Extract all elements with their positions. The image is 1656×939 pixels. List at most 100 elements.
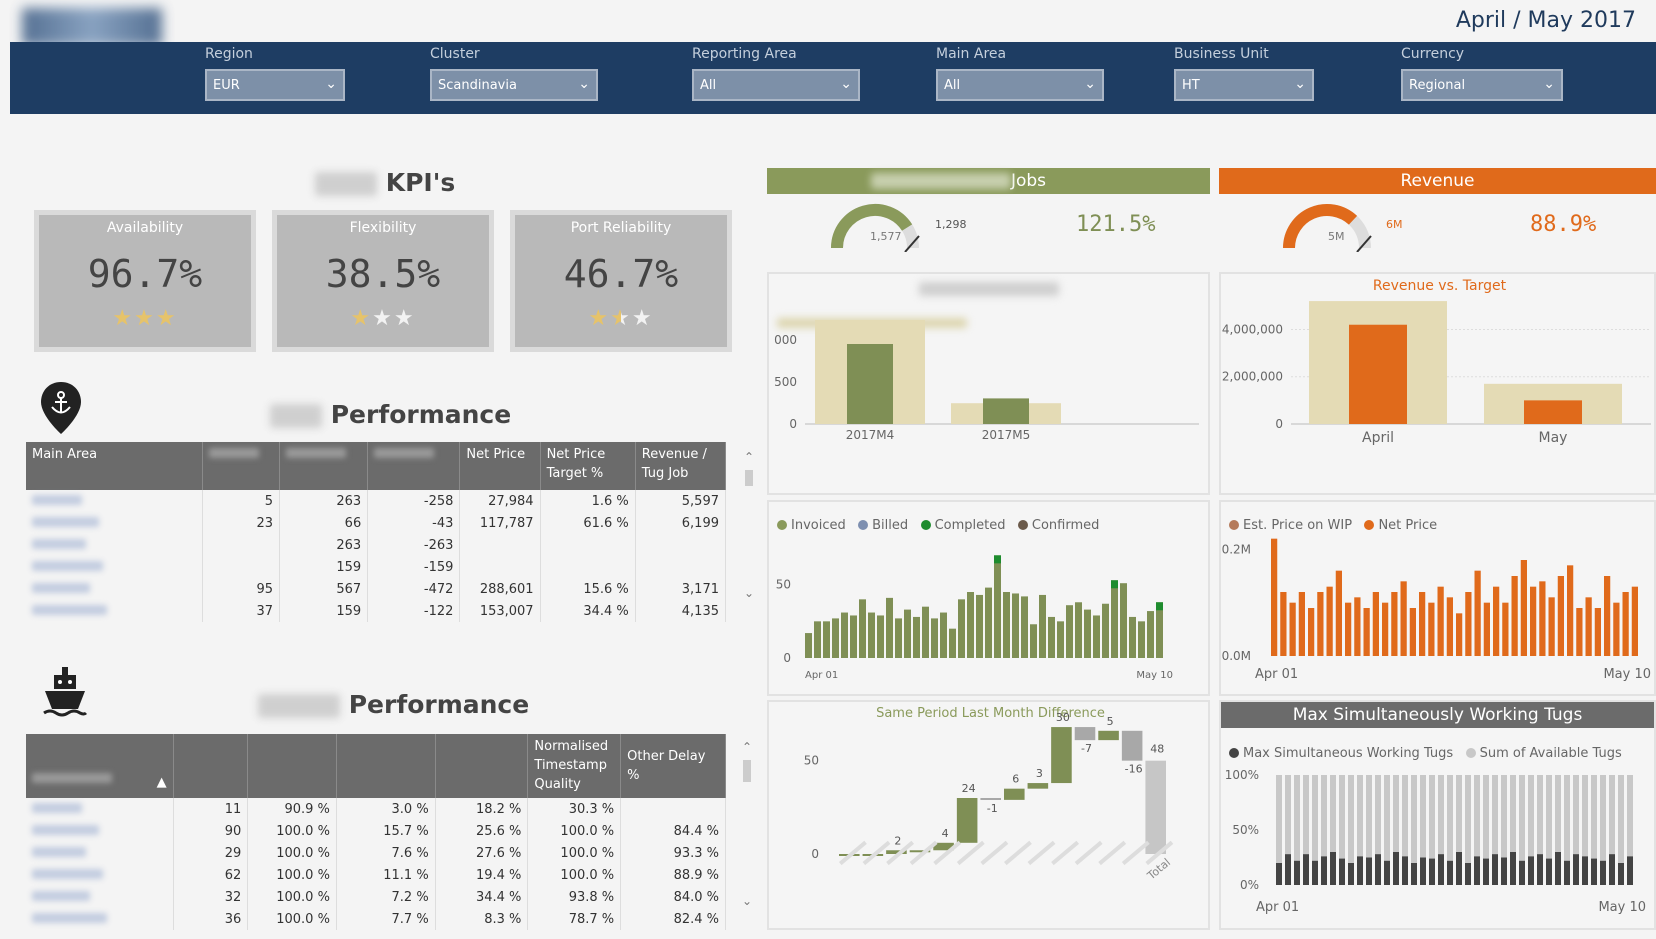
table-row[interactable]: 159 -159 xyxy=(26,556,727,578)
table-cell: 5,597 xyxy=(635,490,727,512)
bar xyxy=(832,618,839,658)
gauge-value: 5M xyxy=(1328,230,1345,243)
table-row[interactable]: 11 90.9 % 3.0 % 18.2 % 30.3 % xyxy=(26,798,726,820)
jobs-vs-target-panel: 0 500 000 2017M4 2017M5 xyxy=(767,272,1210,495)
bar xyxy=(1604,576,1611,656)
column-header[interactable]: Revenue / Tug Job xyxy=(635,442,727,490)
star-rating: ★★★ xyxy=(277,306,489,331)
chevron-down-icon: ⌄ xyxy=(325,76,337,92)
bar xyxy=(931,618,938,658)
filter-reporting-area: Reporting Area All ⌄ xyxy=(692,42,860,101)
table-cell: 100.0 % xyxy=(527,864,622,886)
column-header[interactable]: Other Delay % xyxy=(620,734,726,798)
table-row[interactable]: 36 100.0 % 7.7 % 8.3 % 78.7 % 82.4 % xyxy=(26,908,726,930)
sort-ascending-icon: ▲ xyxy=(156,775,167,790)
column-header[interactable] xyxy=(435,734,529,798)
blurred-axis-label xyxy=(1098,840,1127,866)
bar xyxy=(1585,597,1592,656)
port-table-scrollbar[interactable]: ⌃ ⌄ xyxy=(742,450,756,600)
table-cell: -159 xyxy=(367,556,461,578)
star-half-icon: ★ xyxy=(610,306,632,331)
blurred-axis-label xyxy=(1027,840,1056,866)
bar-working xyxy=(1483,858,1489,885)
column-header[interactable]: Net Price Target % xyxy=(540,442,636,490)
table-cell: 66 xyxy=(279,512,369,534)
column-header[interactable]: Main Area xyxy=(26,442,203,490)
bar xyxy=(967,592,974,658)
column-header[interactable] xyxy=(367,442,461,490)
bar-working xyxy=(1276,863,1282,885)
star-icon: ★ xyxy=(588,306,611,331)
column-header[interactable]: Net Price xyxy=(459,442,541,490)
table-cell: 6,199 xyxy=(635,512,727,534)
table-row[interactable]: 5 263 -258 27,984 1.6 % 5,597 xyxy=(26,490,727,512)
table-cell: 95 xyxy=(202,578,281,600)
tick-label: 2017M5 xyxy=(982,428,1031,442)
reporting-area-dropdown[interactable]: All ⌄ xyxy=(692,69,860,101)
table-row[interactable]: 23 66 -43 117,787 61.6 % 6,199 xyxy=(26,512,727,534)
column-header[interactable] xyxy=(173,734,249,798)
bar xyxy=(1289,602,1296,656)
column-header[interactable]: ▲ xyxy=(26,734,174,798)
bar xyxy=(1520,560,1527,656)
column-header[interactable] xyxy=(202,442,281,490)
table-cell: 61.6 % xyxy=(540,512,636,534)
column-header[interactable] xyxy=(279,442,369,490)
column-header[interactable] xyxy=(336,734,436,798)
table-cell xyxy=(540,556,636,578)
bar xyxy=(904,609,911,658)
bar-completed xyxy=(1156,602,1163,611)
bar-actual xyxy=(983,398,1029,424)
vessel-table-scrollbar[interactable]: ⌃ ⌄ xyxy=(740,740,754,910)
table-cell xyxy=(635,556,727,578)
bar-working xyxy=(1285,854,1291,885)
table-cell: 84.0 % xyxy=(620,886,726,908)
table-row[interactable]: 263 -263 xyxy=(26,534,727,556)
table-cell: 3.0 % xyxy=(336,798,436,820)
table-cell xyxy=(459,534,541,556)
table-row[interactable]: 29 100.0 % 7.6 % 27.6 % 100.0 % 93.3 % xyxy=(26,842,726,864)
bar xyxy=(1493,586,1500,656)
bar-working xyxy=(1510,852,1516,885)
bar-working xyxy=(1366,857,1372,885)
bar-working xyxy=(1555,852,1561,885)
currency-dropdown[interactable]: Regional ⌄ xyxy=(1401,69,1563,101)
filter-label: Region xyxy=(205,46,253,62)
bar xyxy=(1594,608,1601,656)
data-label: 30 xyxy=(1056,711,1070,724)
main-area-dropdown[interactable]: All ⌄ xyxy=(936,69,1104,101)
table-row[interactable]: 62 100.0 % 11.1 % 19.4 % 100.0 % 88.9 % xyxy=(26,864,726,886)
bar xyxy=(922,606,929,658)
table-row[interactable]: 95 567 -472 288,601 15.6 % 3,171 xyxy=(26,578,727,600)
bar xyxy=(877,615,884,658)
kpi-value: 46.7% xyxy=(563,252,679,296)
bar xyxy=(1012,593,1019,658)
column-header[interactable]: Normalised Timestamp Quality xyxy=(527,734,622,798)
table-row[interactable]: 90 100.0 % 15.7 % 25.6 % 100.0 % 84.4 % xyxy=(26,820,726,842)
bar-actual xyxy=(847,344,893,424)
tick-label: 4,000,000 xyxy=(1222,322,1283,336)
region-dropdown[interactable]: EUR ⌄ xyxy=(205,69,345,101)
table-row[interactable]: 37 159 -122 153,007 34.4 % 4,135 xyxy=(26,600,727,622)
table-cell: 263 xyxy=(279,490,369,512)
bar xyxy=(1474,570,1481,656)
blurred-axis-label xyxy=(956,840,985,866)
chevron-down-icon: ⌄ xyxy=(1084,76,1096,92)
table-cell xyxy=(26,512,203,534)
revenue-header: Revenue xyxy=(1219,168,1656,194)
table-cell: -258 xyxy=(367,490,461,512)
bar-working xyxy=(1438,854,1444,885)
filter-main-area: Main Area All ⌄ xyxy=(936,42,1104,101)
business-unit-dropdown[interactable]: HT ⌄ xyxy=(1174,69,1314,101)
table-cell: 34.4 % xyxy=(435,886,529,908)
waterfall-bar xyxy=(1074,727,1096,741)
column-header[interactable] xyxy=(247,734,337,798)
table-row[interactable]: 32 100.0 % 7.2 % 34.4 % 93.8 % 84.0 % xyxy=(26,886,726,908)
kpi-value: 96.7% xyxy=(87,252,203,296)
table-cell: 8.3 % xyxy=(435,908,529,930)
table-cell: 11.1 % xyxy=(336,864,436,886)
bar xyxy=(1326,586,1333,656)
cluster-dropdown[interactable]: Scandinavia ⌄ xyxy=(430,69,598,101)
table-cell: -122 xyxy=(367,600,461,622)
bar xyxy=(940,612,947,658)
